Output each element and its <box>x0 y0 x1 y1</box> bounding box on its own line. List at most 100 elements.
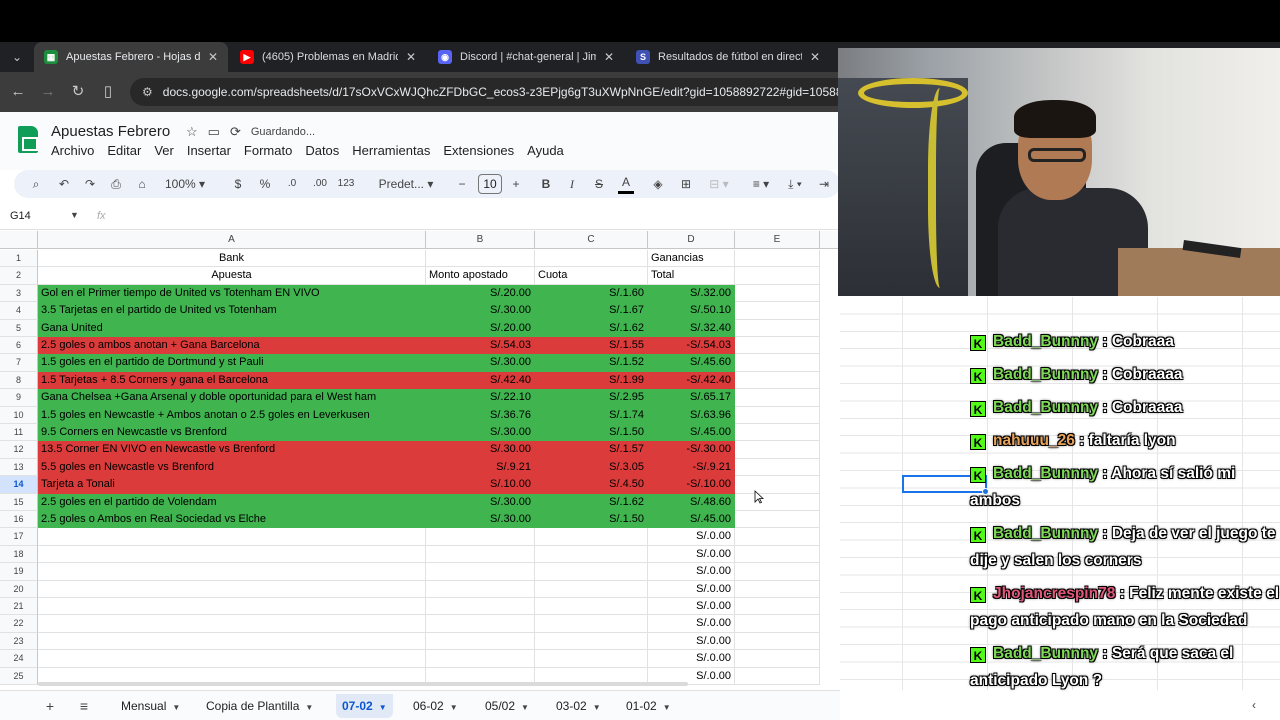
cell[interactable]: S/.1.50 <box>535 511 648 529</box>
cell[interactable] <box>735 476 820 494</box>
cell[interactable] <box>426 563 535 581</box>
cell[interactable] <box>735 528 820 546</box>
site-info-icon[interactable]: ⚙ <box>142 85 153 99</box>
spreadsheet-grid[interactable]: A B C D E 1 Bank Ganancias 2 Apuesta Monto apostad… <box>0 231 840 686</box>
cell[interactable]: S/.0.00 <box>648 632 735 651</box>
cell[interactable] <box>38 650 426 668</box>
cell[interactable] <box>735 424 820 442</box>
browser-tab[interactable]: ◉ Discord | #chat-general | Jimmy ✕ <box>428 42 624 72</box>
cell[interactable]: S/.30.00 <box>426 302 535 320</box>
cell[interactable]: S/.0.00 <box>648 650 735 668</box>
cell[interactable] <box>535 528 648 546</box>
number-format-button[interactable]: 123 <box>336 174 356 194</box>
cell[interactable]: S/.30.00 <box>426 493 535 511</box>
cell[interactable]: 2.5 goles o Ambos en Real Sociedad vs El… <box>38 511 426 529</box>
all-sheets-icon[interactable]: ≡ <box>74 696 94 716</box>
row-header[interactable]: 10 <box>0 406 38 424</box>
cell[interactable] <box>535 598 648 616</box>
sheets-logo-icon[interactable] <box>18 126 38 153</box>
column-header[interactable]: A <box>38 231 426 249</box>
sheet-tab[interactable]: 06-02 ▼ <box>407 694 464 718</box>
cell[interactable]: 3.5 Tarjetas en el partido de United vs … <box>38 302 426 320</box>
cell[interactable]: S/.30.00 <box>426 354 535 372</box>
cell[interactable]: Ganancias <box>648 250 735 268</box>
star-icon[interactable]: ☆ <box>186 124 198 140</box>
cell[interactable] <box>735 319 820 337</box>
redo-icon[interactable]: ↷ <box>82 174 98 194</box>
cell[interactable]: 2.5 goles o ambos anotan + Gana Barcelon… <box>38 337 426 355</box>
decrease-decimal-button[interactable]: .0 <box>284 174 300 194</box>
cell[interactable]: 1.5 Tarjetas + 8.5 Corners y gana el Bar… <box>38 371 426 390</box>
cell[interactable]: S/.32.40 <box>648 319 735 337</box>
close-tab-icon[interactable]: ✕ <box>406 50 416 64</box>
cell[interactable]: 9.5 Corners en Newcastle vs Brenford <box>38 424 426 442</box>
back-arrow-icon[interactable]: ← <box>8 82 28 102</box>
row-header[interactable]: 25 <box>0 667 38 685</box>
cell[interactable]: S/.0.00 <box>648 563 735 581</box>
cell[interactable] <box>426 545 535 564</box>
cell[interactable]: Apuesta <box>38 267 426 285</box>
text-color-button[interactable]: A <box>618 174 634 194</box>
cell[interactable] <box>735 511 820 529</box>
cell[interactable]: 5.5 goles en Newcastle vs Brenford <box>38 458 426 477</box>
menu-item[interactable]: Extensiones <box>443 143 514 158</box>
paint-format-icon[interactable]: ⌂ <box>134 174 150 194</box>
column-header[interactable]: C <box>535 231 648 249</box>
cell[interactable] <box>535 545 648 564</box>
horizontal-scrollbar[interactable] <box>38 682 688 686</box>
browser-tab[interactable]: ▦ Apuestas Febrero - Hojas de cálc ✕ <box>34 42 228 72</box>
row-header[interactable]: 15 <box>0 493 38 511</box>
cell[interactable]: S/.1.62 <box>535 319 648 337</box>
cell[interactable]: S/.36.76 <box>426 406 535 424</box>
horizontal-align-icon[interactable]: ≡ ▾ <box>748 174 774 194</box>
cell[interactable] <box>735 302 820 320</box>
cell[interactable] <box>735 493 820 511</box>
cell[interactable]: S/.1.57 <box>535 441 648 459</box>
cell[interactable]: Gana Chelsea +Gana Arsenal y doble oport… <box>38 389 426 407</box>
close-tab-icon[interactable]: ✕ <box>604 50 614 64</box>
row-header[interactable]: 12 <box>0 441 38 459</box>
fill-color-icon[interactable]: ◈ <box>650 174 666 194</box>
cell[interactable]: S/.1.74 <box>535 406 648 424</box>
row-header[interactable]: 1 <box>0 250 38 268</box>
cell[interactable] <box>735 337 820 355</box>
cell[interactable] <box>426 250 535 268</box>
column-header[interactable]: B <box>426 231 535 249</box>
move-folder-icon[interactable]: ▭ <box>208 124 220 140</box>
cell[interactable]: Monto apostado <box>426 267 535 285</box>
cell[interactable] <box>426 615 535 633</box>
cell[interactable] <box>38 598 426 616</box>
address-bar[interactable]: ⚙ docs.google.com/spreadsheets/d/17sOxVC… <box>130 78 850 106</box>
cell[interactable]: S/.54.03 <box>426 337 535 355</box>
search-menus-icon[interactable]: ⌕ <box>28 174 44 194</box>
cell[interactable]: S/.4.50 <box>535 476 648 494</box>
menu-item[interactable]: Formato <box>244 143 292 158</box>
cell[interactable] <box>735 284 820 303</box>
cell[interactable] <box>735 250 820 268</box>
tab-search-chevron-icon[interactable]: ⌄ <box>6 46 28 68</box>
cell[interactable]: 1.5 goles en Newcastle + Ambos anotan o … <box>38 406 426 424</box>
chevron-down-icon[interactable]: ▼ <box>172 703 180 712</box>
cell[interactable]: S/.20.00 <box>426 319 535 337</box>
row-header[interactable]: 24 <box>0 650 38 668</box>
currency-format-button[interactable]: $ <box>232 174 244 194</box>
cell[interactable]: -S/.10.00 <box>648 476 735 494</box>
cell[interactable] <box>535 250 648 268</box>
cell[interactable] <box>38 563 426 581</box>
cell[interactable]: Tarjeta a Tonali <box>38 476 426 494</box>
row-header[interactable]: 14 <box>0 476 38 494</box>
cell[interactable] <box>735 354 820 372</box>
cell[interactable]: S/.1.55 <box>535 337 648 355</box>
cell[interactable]: S/.32.00 <box>648 284 735 303</box>
forward-arrow-icon[interactable]: → <box>38 82 58 102</box>
browser-tab[interactable]: S Resultados de fútbol en directo ✕ <box>626 42 830 72</box>
row-header[interactable]: 17 <box>0 528 38 546</box>
cell[interactable]: S/.65.17 <box>648 389 735 407</box>
cell[interactable]: -S/.9.21 <box>648 458 735 477</box>
close-tab-icon[interactable]: ✕ <box>810 50 820 64</box>
cell[interactable]: S/.30.00 <box>426 441 535 459</box>
cell[interactable] <box>426 528 535 546</box>
cell[interactable]: S/.1.50 <box>535 424 648 442</box>
chevron-down-icon[interactable]: ▼ <box>593 703 601 712</box>
cell[interactable] <box>735 545 820 564</box>
